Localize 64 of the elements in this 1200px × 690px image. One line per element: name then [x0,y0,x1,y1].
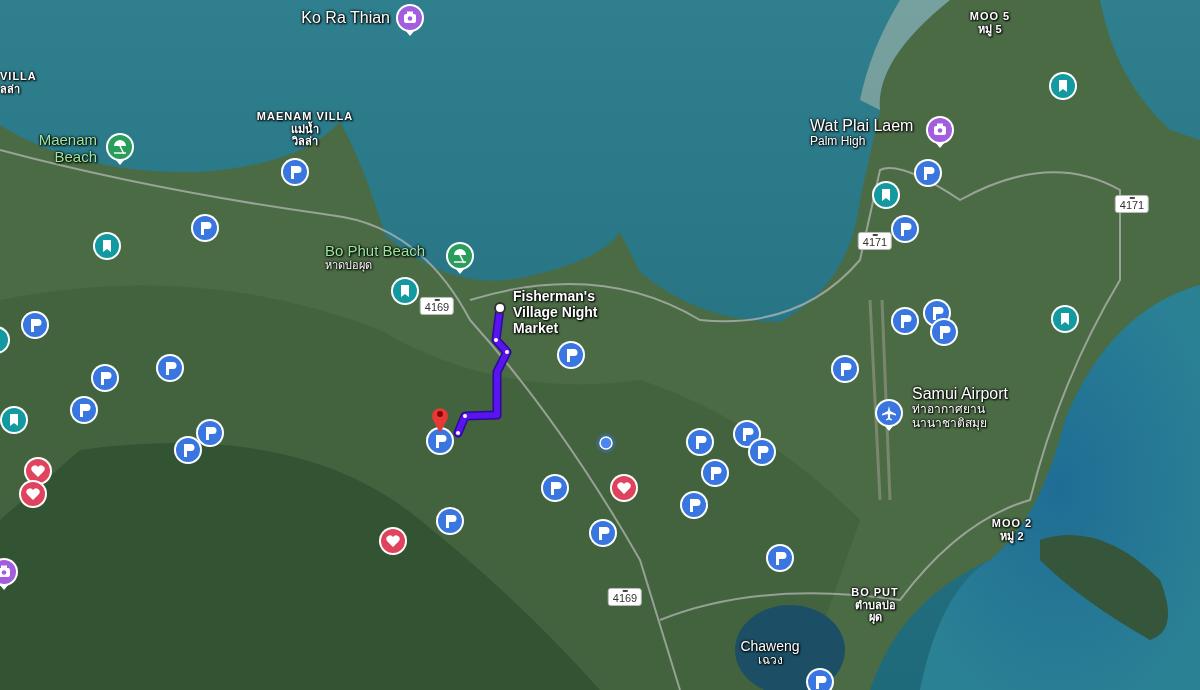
bookmark-pin-icon[interactable] [1049,72,1077,100]
flag-pin-icon[interactable] [701,459,729,487]
bookmark-pin-icon[interactable] [1051,305,1079,333]
flag-pin-icon[interactable] [766,544,794,572]
airplane-pin-icon[interactable] [875,399,903,431]
location-dot-icon [596,433,616,453]
road-number-sign: 4169 [607,587,643,607]
flag-pin-icon[interactable] [686,428,714,456]
flag-pin-icon[interactable] [196,419,224,447]
heart-pin-icon[interactable] [610,474,638,502]
map-pin-icon [432,408,448,433]
local-place-name: ลล่า [0,82,21,96]
camera-pin-icon[interactable] [0,558,18,590]
route-start-icon [494,302,506,314]
place-name: Wat Plai Laem [810,117,914,136]
place-name: Chaweng [740,638,800,655]
flag-pin-icon[interactable] [589,519,617,547]
heart-pin-icon[interactable] [19,480,47,508]
place-name: Fisherman's Village Night Market [513,288,599,337]
flag-pin-icon[interactable] [914,159,942,187]
umbrella-pin-icon[interactable] [446,242,474,274]
heart-pin-icon[interactable] [379,527,407,555]
road-number-sign: 4171 [857,231,893,251]
flag-pin-icon[interactable] [436,507,464,535]
flag-pin-icon[interactable] [930,318,958,346]
flag-pin-icon[interactable] [748,438,776,466]
flag-pin-icon[interactable] [91,364,119,392]
local-place-name: เฉวง [757,654,783,668]
place-name: Samui Airport [912,385,1009,404]
local-place-name: Palm High [810,135,867,150]
bookmark-pin-icon[interactable] [93,232,121,260]
flag-pin-icon[interactable] [806,668,834,690]
local-place-name: ท่าอากาศยานนานาชาติสมุย [912,403,988,431]
place-name: MOO 5 [969,10,1011,23]
road-number-sign: 4169 [419,296,455,316]
flag-pin-icon[interactable] [21,311,49,339]
place-name: VILLA [0,70,37,83]
local-place-name: หาดบ่อผุด [325,259,373,272]
flag-pin-icon[interactable] [174,436,202,464]
umbrella-pin-icon[interactable] [106,133,134,165]
place-name: BO PUT [851,586,899,599]
local-place-name: หมู่ 2 [999,529,1025,543]
flag-pin-icon[interactable] [831,355,859,383]
flag-pin-icon[interactable] [281,158,309,186]
road-number-sign: 4171 [1114,194,1150,214]
place-name: Ko Ra Thian [301,9,390,28]
flag-pin-icon[interactable] [156,354,184,382]
place-name: MOO 2 [991,517,1033,530]
flag-pin-icon[interactable] [191,214,219,242]
flag-pin-icon[interactable] [680,491,708,519]
bookmark-pin-icon[interactable] [0,406,28,434]
local-place-name: หมู่ 5 [977,22,1003,36]
flag-pin-icon[interactable] [541,474,569,502]
bookmark-pin-icon[interactable] [391,277,419,305]
flag-pin-icon[interactable] [557,341,585,369]
flag-pin-icon[interactable] [891,307,919,335]
flag-pin-icon[interactable] [426,427,454,455]
flag-pin-icon[interactable] [70,396,98,424]
flag-pin-icon[interactable] [891,215,919,243]
local-place-name: ตำบลบ่อผุด [853,598,897,624]
bookmark-pin-icon[interactable] [0,326,10,354]
camera-pin-icon[interactable] [926,116,954,148]
camera-pin-icon[interactable] [396,4,424,36]
bookmark-pin-icon[interactable] [872,181,900,209]
